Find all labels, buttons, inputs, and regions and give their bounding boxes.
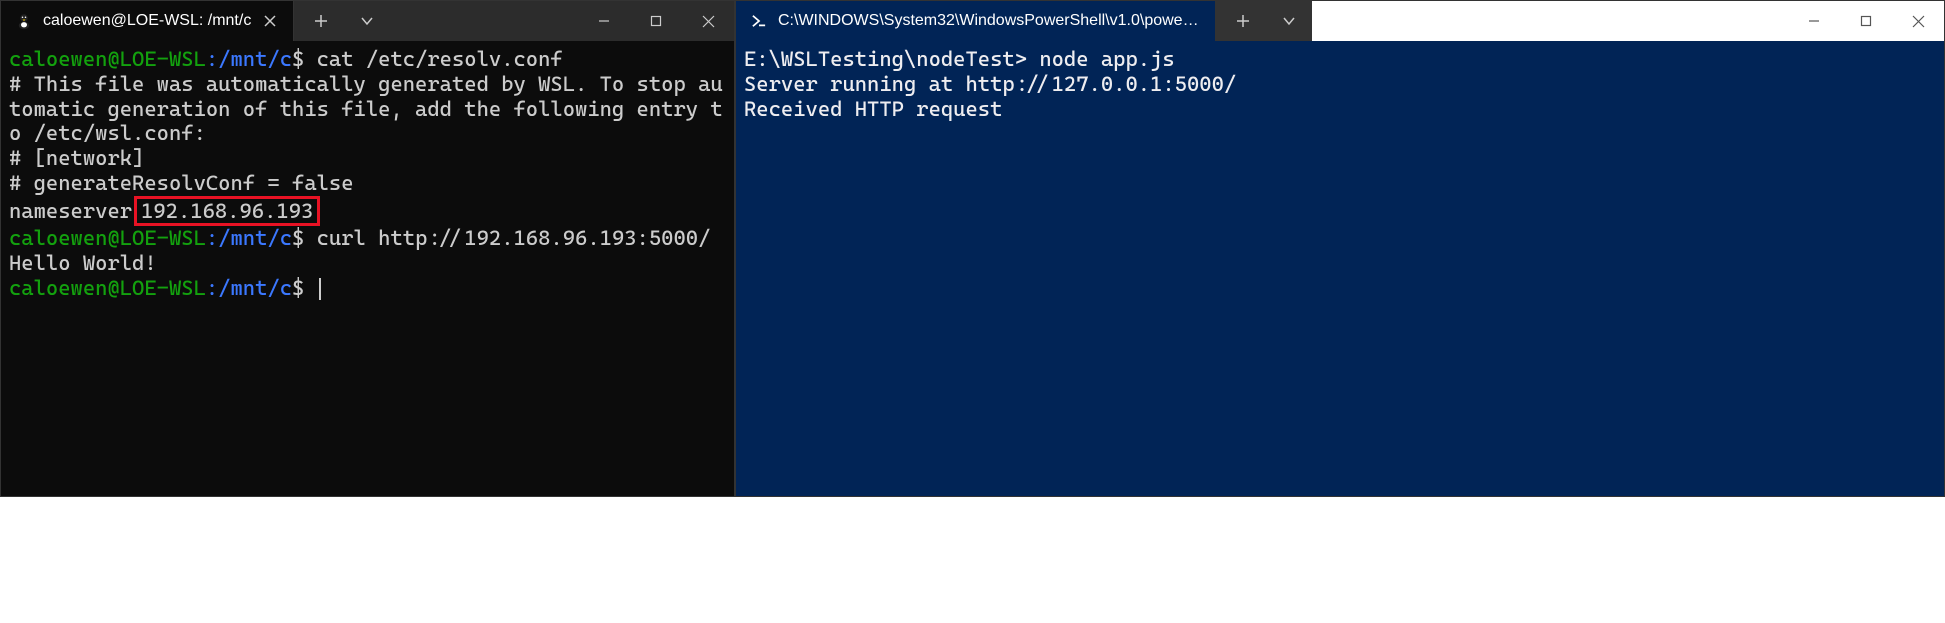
prompt-path: :/mnt/c bbox=[206, 47, 292, 71]
minimize-button-left[interactable] bbox=[578, 1, 630, 41]
prompt-dollar: $ bbox=[292, 276, 317, 300]
command-text: node app.js bbox=[1039, 47, 1174, 71]
tab-dropdown-button[interactable] bbox=[1266, 1, 1312, 41]
close-button-right[interactable] bbox=[1892, 1, 1944, 41]
tab-title-powershell: C:\WINDOWS\System32\WindowsPowerShell\v1… bbox=[778, 12, 1201, 30]
prompt-userhost: caloewen@LOE-WSL bbox=[9, 276, 206, 300]
command-text: curl http://192.168.96.193:5000/ bbox=[317, 226, 711, 250]
prompt-path: :/mnt/c bbox=[206, 276, 292, 300]
tab-powershell[interactable]: C:\WINDOWS\System32\WindowsPowerShell\v1… bbox=[736, 1, 1216, 41]
terminal-window-powershell: C:\WINDOWS\System32\WindowsPowerShell\v1… bbox=[735, 0, 1945, 497]
maximize-button-right[interactable] bbox=[1840, 1, 1892, 41]
cursor bbox=[319, 278, 321, 300]
command-text: cat /etc/resolv.conf bbox=[317, 47, 563, 71]
prompt-userhost: caloewen@LOE-WSL bbox=[9, 47, 206, 71]
maximize-button-left[interactable] bbox=[630, 1, 682, 41]
prompt-dollar: $ bbox=[292, 226, 317, 250]
highlighted-ip: 192.168.96.193 bbox=[134, 196, 320, 227]
titlebar-drag-area-right[interactable] bbox=[1312, 1, 1788, 41]
prompt-path: :/mnt/c bbox=[206, 226, 292, 250]
output-line: # This file was automatically generated … bbox=[9, 72, 723, 146]
tab-close-wsl[interactable] bbox=[261, 12, 279, 30]
minimize-button-right[interactable] bbox=[1788, 1, 1840, 41]
tab-actions-left bbox=[298, 1, 390, 41]
titlebar-left[interactable]: caloewen@LOE-WSL: /mnt/c bbox=[1, 1, 734, 41]
tab-wsl[interactable]: caloewen@LOE-WSL: /mnt/c bbox=[1, 1, 294, 41]
terminal-body-powershell[interactable]: E:\WSLTesting\nodeTest> node app.js Serv… bbox=[736, 41, 1944, 496]
titlebar-drag-area-left[interactable] bbox=[390, 1, 578, 41]
terminal-window-wsl: caloewen@LOE-WSL: /mnt/c c bbox=[0, 0, 735, 497]
ps-prompt-path: E:\WSLTesting\nodeTest> bbox=[744, 47, 1039, 71]
output-nameserver-label: nameserver bbox=[9, 199, 132, 223]
tab-title-wsl: caloewen@LOE-WSL: /mnt/c bbox=[43, 12, 251, 30]
close-button-left[interactable] bbox=[682, 1, 734, 41]
output-line: # [network] bbox=[9, 146, 144, 170]
terminal-body-wsl[interactable]: caloewen@LOE-WSL:/mnt/c$ cat /etc/resolv… bbox=[1, 41, 734, 496]
output-line: Hello World! bbox=[9, 251, 157, 275]
window-controls-right bbox=[1788, 1, 1944, 41]
window-controls-left bbox=[578, 1, 734, 41]
powershell-icon bbox=[750, 12, 768, 30]
tab-actions-right bbox=[1220, 1, 1312, 41]
prompt-userhost: caloewen@LOE-WSL bbox=[9, 226, 206, 250]
tux-icon bbox=[15, 12, 33, 30]
output-line: Server running at http://127.0.0.1:5000/ bbox=[744, 72, 1236, 96]
titlebar-right[interactable]: C:\WINDOWS\System32\WindowsPowerShell\v1… bbox=[736, 1, 1944, 41]
prompt-dollar: $ bbox=[292, 47, 317, 71]
nameserver-ip: 192.168.96.193 bbox=[141, 199, 313, 223]
output-line: # generateResolvConf = false bbox=[9, 171, 354, 195]
output-line: Received HTTP request bbox=[744, 97, 1002, 121]
tab-dropdown-button[interactable] bbox=[344, 1, 390, 41]
new-tab-button[interactable] bbox=[1220, 1, 1266, 41]
new-tab-button[interactable] bbox=[298, 1, 344, 41]
